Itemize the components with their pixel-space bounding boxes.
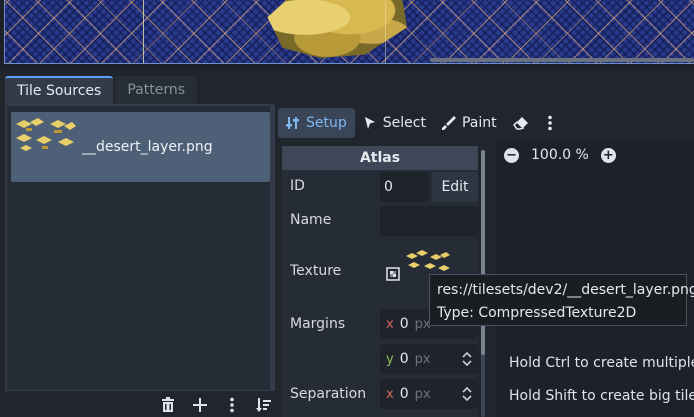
delete-source-button[interactable] xyxy=(158,395,178,415)
edit-id-button[interactable]: Edit xyxy=(432,172,478,202)
tooltip-type: Type: CompressedTexture2D xyxy=(437,305,637,321)
zoom-in-button[interactable]: + xyxy=(600,147,616,163)
tab-tile-sources[interactable]: Tile Sources xyxy=(5,76,114,104)
add-source-button[interactable] xyxy=(190,395,210,415)
axis-y-label: y xyxy=(386,351,394,367)
setup-button[interactable]: Setup xyxy=(278,108,355,138)
kebab-menu-icon xyxy=(547,115,552,131)
tilemap-canvas[interactable] xyxy=(4,0,694,64)
hint-shift: Hold Shift to create big tiles. xyxy=(509,388,694,404)
spin-arrows-icon[interactable] xyxy=(462,386,472,402)
tileset-editor: { "tabs": [ {"label": "Tile Sources", "a… xyxy=(0,0,694,417)
eraser-icon xyxy=(512,117,528,130)
name-label: Name xyxy=(290,212,332,228)
id-label: ID xyxy=(290,178,305,194)
separation-label: Separation xyxy=(290,386,367,402)
unit-label: px xyxy=(414,386,431,402)
brush-icon xyxy=(441,116,456,130)
select-label: Select xyxy=(382,115,426,131)
select-button[interactable]: Select xyxy=(355,108,434,138)
viewport-h-scrollbar[interactable] xyxy=(430,58,694,62)
plus-icon xyxy=(193,398,207,412)
paint-button[interactable]: Paint xyxy=(434,108,505,138)
grid-guide-line xyxy=(385,0,386,63)
id-value: 0 xyxy=(384,179,393,195)
source-list[interactable]: __desert_layer.png xyxy=(7,106,270,390)
texture-preview[interactable] xyxy=(404,250,450,274)
separation-x-stepper[interactable]: x 0 px xyxy=(380,379,478,409)
sort-icon xyxy=(256,398,271,412)
hint-ctrl: Hold Ctrl to create multiple t xyxy=(509,355,694,371)
grid-guide-line xyxy=(143,0,144,63)
sources-toolbar xyxy=(150,393,274,417)
unit-label: px xyxy=(414,351,431,367)
margins-y-stepper[interactable]: y 0 px xyxy=(380,344,478,374)
spin-arrows-icon[interactable] xyxy=(462,351,472,367)
sort-sources-button[interactable] xyxy=(254,395,274,415)
source-name: __desert_layer.png xyxy=(82,139,213,155)
tilemap-viewport[interactable] xyxy=(0,0,694,70)
minus-icon: − xyxy=(506,147,517,163)
cursor-icon xyxy=(364,117,375,129)
tooltip-path: res://tilesets/dev2/__desert_layer.png xyxy=(437,282,694,298)
zoom-controls: − 100.0 % + xyxy=(504,145,616,165)
atlas-section-header[interactable]: Atlas xyxy=(282,146,478,170)
more-options-button[interactable] xyxy=(222,395,242,415)
name-input[interactable] xyxy=(380,206,478,236)
tab-patterns[interactable]: Patterns xyxy=(115,76,198,104)
paint-label: Paint xyxy=(461,115,497,131)
zoom-level[interactable]: 100.0 % xyxy=(531,147,589,163)
eraser-button[interactable] xyxy=(505,108,537,138)
bottom-panel-tabs: Tile Sources Patterns xyxy=(5,76,198,104)
trash-icon xyxy=(162,397,174,412)
axis-x-label: x xyxy=(386,316,394,332)
kebab-menu-icon xyxy=(230,397,234,413)
zoom-out-button[interactable]: − xyxy=(504,147,519,163)
list-item[interactable]: __desert_layer.png xyxy=(11,112,270,182)
margins-y-value: 0 xyxy=(399,351,409,367)
desert-island-tiles xyxy=(267,0,407,58)
tools-icon xyxy=(286,117,299,129)
margins-x-value: 0 xyxy=(399,316,409,332)
source-thumbnail xyxy=(14,118,76,152)
mode-more-button[interactable] xyxy=(537,108,563,138)
tile-sources-panel: __desert_layer.png xyxy=(5,104,275,391)
texture-label: Texture xyxy=(290,263,342,279)
texture-resource-icon xyxy=(386,267,400,281)
margins-label: Margins xyxy=(290,316,346,332)
separation-x-value: 0 xyxy=(399,386,409,402)
setup-label: Setup xyxy=(306,115,347,131)
id-field[interactable]: 0 xyxy=(380,172,430,202)
plus-icon: + xyxy=(602,147,614,163)
mode-toolbar: Setup Select Paint xyxy=(278,108,563,138)
edit-label: Edit xyxy=(441,179,469,195)
texture-tooltip: res://tilesets/dev2/__desert_layer.png T… xyxy=(429,274,694,326)
axis-x-label: x xyxy=(386,386,394,402)
